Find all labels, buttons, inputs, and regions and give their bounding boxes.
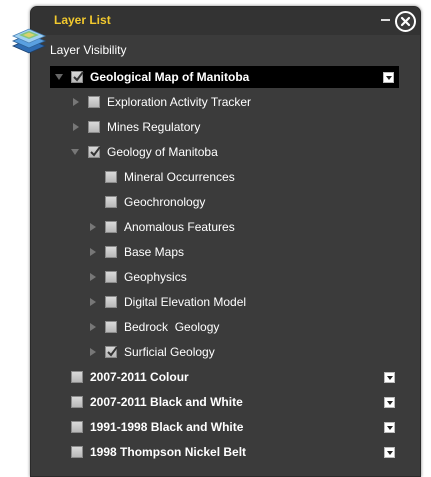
layer-checkbox-mineral[interactable] bbox=[105, 171, 117, 183]
layer-row-bw-1991[interactable]: 1991-1998 Black and White bbox=[31, 416, 420, 438]
minimize-button[interactable] bbox=[376, 13, 394, 29]
layer-menu-button[interactable] bbox=[384, 447, 395, 458]
expand-arrow-icon[interactable] bbox=[90, 273, 96, 281]
layer-checkbox-bw-1991[interactable] bbox=[71, 421, 83, 433]
checkmark-icon bbox=[73, 71, 84, 82]
layer-checkbox-exploration[interactable] bbox=[88, 96, 100, 108]
layer-checkbox-geophysics[interactable] bbox=[105, 271, 117, 283]
layer-checkbox-colour-2007[interactable] bbox=[71, 371, 83, 383]
layer-checkbox-geochronology[interactable] bbox=[105, 196, 117, 208]
expand-arrow-icon[interactable] bbox=[90, 323, 96, 331]
layer-row-mineral[interactable]: Mineral Occurrences bbox=[31, 166, 420, 188]
layer-label: Mines Regulatory bbox=[107, 120, 201, 134]
layer-label: Surficial Geology bbox=[124, 345, 215, 359]
close-icon bbox=[400, 16, 411, 27]
layer-label: 2007-2011 Colour bbox=[90, 370, 189, 384]
close-button[interactable] bbox=[395, 11, 416, 32]
layer-row-bedrock[interactable]: Bedrock Geology bbox=[31, 316, 420, 338]
panel-titlebar[interactable]: Layer List bbox=[31, 7, 420, 35]
layer-checkbox-anomalous[interactable] bbox=[105, 221, 117, 233]
layer-list-panel: Layer List Layer Visibility Geological M… bbox=[30, 6, 421, 477]
layer-label: Geological Map of Manitoba bbox=[90, 70, 250, 84]
collapse-arrow-icon[interactable] bbox=[71, 149, 79, 155]
layer-menu-button[interactable] bbox=[384, 372, 395, 383]
layer-menu-button[interactable] bbox=[384, 397, 395, 408]
layer-checkbox-base-maps[interactable] bbox=[105, 246, 117, 258]
collapse-arrow-icon[interactable] bbox=[55, 74, 63, 80]
layer-row-surficial[interactable]: Surficial Geology bbox=[31, 341, 420, 363]
layer-checkbox-bw-2007[interactable] bbox=[71, 396, 83, 408]
layers-stack-icon bbox=[12, 28, 46, 54]
layer-checkbox-geology[interactable] bbox=[88, 146, 101, 158]
layer-row-anomalous[interactable]: Anomalous Features bbox=[31, 216, 420, 238]
checkmark-icon bbox=[107, 346, 118, 357]
layer-label: Geology of Manitoba bbox=[107, 145, 218, 159]
layer-label: 1998 Thompson Nickel Belt bbox=[90, 445, 247, 459]
layer-label: Exploration Activity Tracker bbox=[107, 95, 252, 109]
expand-arrow-icon[interactable] bbox=[90, 348, 96, 356]
layer-label: Mineral Occurrences bbox=[124, 170, 235, 184]
layer-row-geophysics[interactable]: Geophysics bbox=[31, 266, 420, 288]
expand-arrow-icon[interactable] bbox=[90, 223, 96, 231]
layer-label: Bedrock Geology bbox=[124, 320, 220, 334]
expand-arrow-icon[interactable] bbox=[90, 298, 96, 306]
layer-row-mines[interactable]: Mines Regulatory bbox=[31, 116, 420, 138]
layer-row-geochronology[interactable]: Geochronology bbox=[31, 191, 420, 213]
layer-row-colour-2007[interactable]: 2007-2011 Colour bbox=[31, 366, 420, 388]
layer-row-base-maps[interactable]: Base Maps bbox=[31, 241, 420, 263]
layer-menu-button[interactable] bbox=[383, 72, 394, 83]
layer-row-bw-2007[interactable]: 2007-2011 Black and White bbox=[31, 391, 420, 413]
layer-row-geology[interactable]: Geology of Manitoba bbox=[31, 141, 420, 163]
layer-label: 2007-2011 Black and White bbox=[90, 395, 243, 409]
layer-checkbox-bedrock[interactable] bbox=[105, 321, 117, 333]
layer-label: Digital Elevation Model bbox=[124, 295, 247, 309]
layer-label: Geochronology bbox=[124, 195, 206, 209]
layer-row-thompson-1998[interactable]: 1998 Thompson Nickel Belt bbox=[31, 441, 420, 463]
layer-label: Anomalous Features bbox=[124, 220, 235, 234]
layer-label: Geophysics bbox=[124, 270, 187, 284]
layer-visibility-heading: Layer Visibility bbox=[50, 43, 127, 57]
layer-row-dem[interactable]: Digital Elevation Model bbox=[31, 291, 420, 313]
layer-row-exploration[interactable]: Exploration Activity Tracker bbox=[31, 91, 420, 113]
layer-label: Base Maps bbox=[124, 245, 185, 259]
expand-arrow-icon[interactable] bbox=[90, 248, 96, 256]
layer-checkbox-geological-map[interactable] bbox=[71, 71, 84, 83]
layer-checkbox-mines[interactable] bbox=[88, 121, 100, 133]
layer-checkbox-thompson-1998[interactable] bbox=[71, 446, 83, 458]
minimize-icon bbox=[381, 19, 390, 21]
layer-checkbox-dem[interactable] bbox=[105, 296, 117, 308]
layer-menu-button[interactable] bbox=[384, 422, 395, 433]
expand-arrow-icon[interactable] bbox=[73, 123, 79, 131]
checkmark-icon bbox=[90, 146, 101, 157]
panel-title: Layer List bbox=[54, 13, 111, 27]
layer-row-geological-map[interactable]: Geological Map of Manitoba bbox=[50, 66, 399, 88]
layer-label: 1991-1998 Black and White bbox=[90, 420, 244, 434]
expand-arrow-icon[interactable] bbox=[73, 98, 79, 106]
layer-checkbox-surficial[interactable] bbox=[105, 346, 118, 358]
